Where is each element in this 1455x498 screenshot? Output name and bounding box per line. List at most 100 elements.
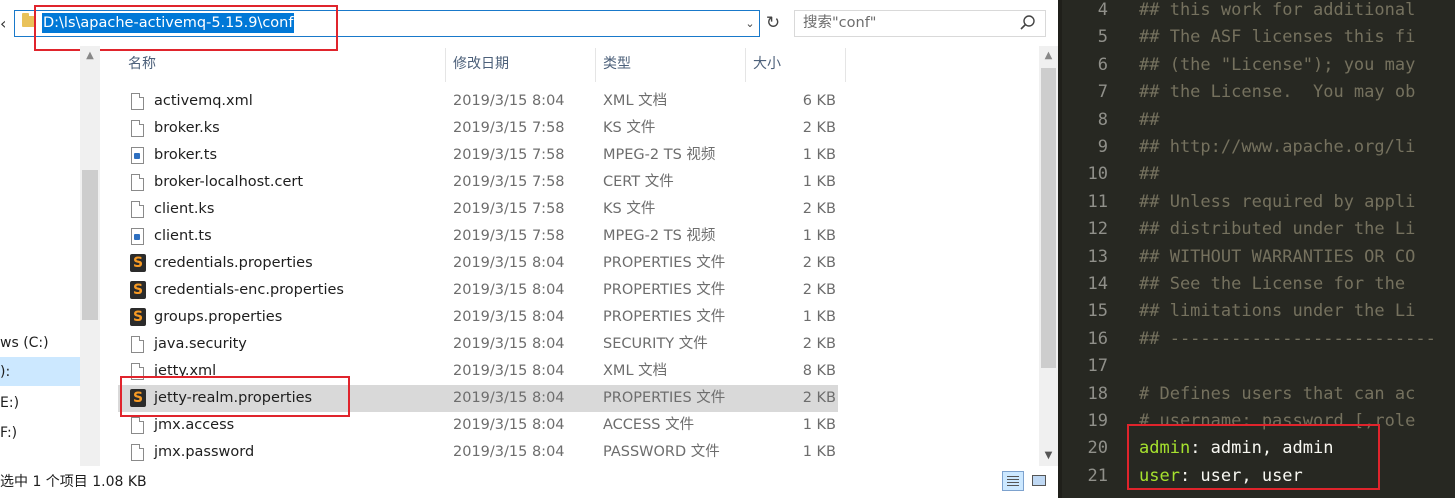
scroll-up-icon[interactable]: ▲ [1039, 48, 1058, 64]
file-row[interactable]: jmx.password 2019/3/15 8:04 PASSWORD 文件 1 K… [118, 439, 838, 466]
line-number: 14 [1087, 274, 1108, 294]
code-line-comment[interactable]: ## WITHOUT WARRANTIES OR CO [1139, 244, 1415, 271]
column-divider[interactable] [745, 48, 746, 82]
file-row[interactable]: client.ts 2019/3/15 7:58 MPEG-2 TS 视频 1 KB [118, 223, 838, 250]
code-line-comment[interactable]: ## Unless required by appli [1139, 189, 1415, 216]
address-highlight-box [34, 5, 338, 51]
nav-item-drive-d[interactable]: ): [0, 358, 10, 386]
file-date: 2019/3/15 8:04 [453, 363, 565, 379]
back-arrow-icon[interactable]: ‹ [0, 10, 12, 38]
document-icon [131, 417, 144, 434]
search-input[interactable]: 搜索"conf" [803, 13, 876, 33]
large-icons-view-icon[interactable] [1028, 471, 1050, 491]
column-header-date[interactable]: 修改日期 [453, 52, 509, 76]
file-date: 2019/3/15 8:04 [453, 417, 565, 433]
column-divider[interactable] [845, 48, 846, 82]
file-row[interactable]: client.ks 2019/3/15 7:58 KS 文件 2 KB [118, 196, 838, 223]
nav-selected-highlight [0, 357, 80, 386]
line-number: 4 [1097, 0, 1108, 20]
details-view-icon[interactable] [1002, 471, 1024, 491]
file-size: 1 KB [802, 228, 836, 244]
file-type: MPEG-2 TS 视频 [603, 147, 716, 163]
file-name: activemq.xml [154, 93, 253, 109]
document-icon [131, 336, 144, 353]
sublime-text-icon [130, 308, 146, 326]
line-number: 11 [1087, 192, 1108, 212]
status-bar [0, 466, 1058, 498]
file-date: 2019/3/15 8:04 [453, 309, 565, 325]
line-number: 17 [1087, 356, 1108, 376]
code-line-comment[interactable]: ## See the License for the [1139, 271, 1405, 298]
file-type: KS 文件 [603, 120, 656, 136]
line-number: 10 [1087, 164, 1108, 184]
file-date: 2019/3/15 7:58 [453, 147, 565, 163]
credentials-highlight-box [1127, 424, 1380, 490]
scroll-up-icon[interactable]: ▲ [80, 48, 100, 64]
code-line-comment[interactable]: ## limitations under the Li [1139, 298, 1415, 325]
file-type: PROPERTIES 文件 [603, 255, 726, 271]
code-line-comment[interactable]: ## -------------------------- [1139, 326, 1436, 353]
file-row[interactable]: broker.ks 2019/3/15 7:58 KS 文件 2 KB [118, 115, 838, 142]
line-number: 21 [1087, 466, 1108, 486]
code-line-comment[interactable]: ## The ASF licenses this fi [1139, 24, 1415, 51]
nav-item-drive-f[interactable]: F:) [0, 419, 17, 447]
code-line-comment[interactable]: # Defines users that can ac [1139, 381, 1415, 408]
file-size: 2 KB [802, 255, 836, 271]
file-type: PROPERTIES 文件 [603, 282, 726, 298]
line-number: 19 [1087, 411, 1108, 431]
file-size: 1 KB [802, 309, 836, 325]
file-row[interactable]: groups.properties 2019/3/15 8:04 PROPERTIE… [118, 304, 838, 331]
column-header-type[interactable]: 类型 [603, 52, 631, 76]
chevron-down-icon[interactable]: ⌄ [740, 11, 760, 36]
line-number: 13 [1087, 247, 1108, 267]
nav-item-drive-c[interactable]: ws (C:) [0, 329, 49, 357]
file-date: 2019/3/15 8:04 [453, 282, 565, 298]
file-row[interactable]: credentials.properties 2019/3/15 8:04 PROP… [118, 250, 838, 277]
file-row[interactable]: java.security 2019/3/15 8:04 SECURITY 文件 2 … [118, 331, 838, 358]
file-name: groups.properties [154, 309, 283, 325]
document-icon [131, 201, 144, 218]
code-line-comment[interactable]: ## http://www.apache.org/li [1139, 134, 1415, 161]
file-size: 1 KB [802, 417, 836, 433]
code-line-comment[interactable]: ## distributed under the Li [1139, 216, 1415, 243]
code-line-comment[interactable]: ## [1139, 161, 1159, 188]
file-type: PASSWORD 文件 [603, 444, 720, 460]
file-size: 1 KB [802, 174, 836, 190]
media-file-icon [131, 228, 144, 245]
file-type: ACCESS 文件 [603, 417, 695, 433]
file-size: 2 KB [802, 336, 836, 352]
file-date: 2019/3/15 7:58 [453, 228, 565, 244]
document-icon [131, 444, 144, 461]
file-name: credentials-enc.properties [154, 282, 344, 298]
file-name: client.ts [154, 228, 212, 244]
scroll-down-icon[interactable]: ▼ [1039, 448, 1058, 464]
column-divider[interactable] [595, 48, 596, 82]
file-size: 2 KB [802, 282, 836, 298]
nav-item-drive-e[interactable]: E:) [0, 389, 19, 417]
code-line-comment[interactable]: ## (the "License"); you may [1139, 52, 1415, 79]
line-number: 8 [1097, 110, 1108, 130]
media-file-icon [131, 147, 144, 164]
file-row[interactable]: broker-localhost.cert 2019/3/15 7:58 CERT … [118, 169, 838, 196]
search-icon[interactable] [1019, 14, 1037, 32]
nav-scrollbar-thumb[interactable] [82, 170, 98, 320]
sublime-text-icon [130, 254, 146, 272]
file-name: jmx.password [154, 444, 255, 460]
file-type: PROPERTIES 文件 [603, 309, 726, 325]
code-line-comment[interactable]: ## the License. You may ob [1139, 79, 1415, 106]
line-number: 9 [1097, 137, 1108, 157]
refresh-icon[interactable]: ↻ [762, 11, 784, 36]
file-row[interactable]: credentials-enc.properties 2019/3/15 8:04… [118, 277, 838, 304]
file-type: PROPERTIES 文件 [603, 390, 726, 406]
column-header-size[interactable]: 大小 [753, 52, 781, 76]
file-row[interactable]: broker.ts 2019/3/15 7:58 MPEG-2 TS 视频 1 KB [118, 142, 838, 169]
file-row[interactable]: activemq.xml 2019/3/15 8:04 XML 文档 6 KB [118, 88, 838, 115]
code-line-comment[interactable]: ## [1139, 107, 1159, 134]
document-icon [131, 93, 144, 110]
line-number: 7 [1097, 82, 1108, 102]
file-list-scrollbar-thumb[interactable] [1041, 68, 1056, 368]
file-type: XML 文档 [603, 363, 668, 379]
column-header-name[interactable]: 名称 [128, 52, 156, 76]
column-divider[interactable] [445, 48, 446, 82]
code-line-comment[interactable]: ## this work for additional [1139, 0, 1415, 24]
